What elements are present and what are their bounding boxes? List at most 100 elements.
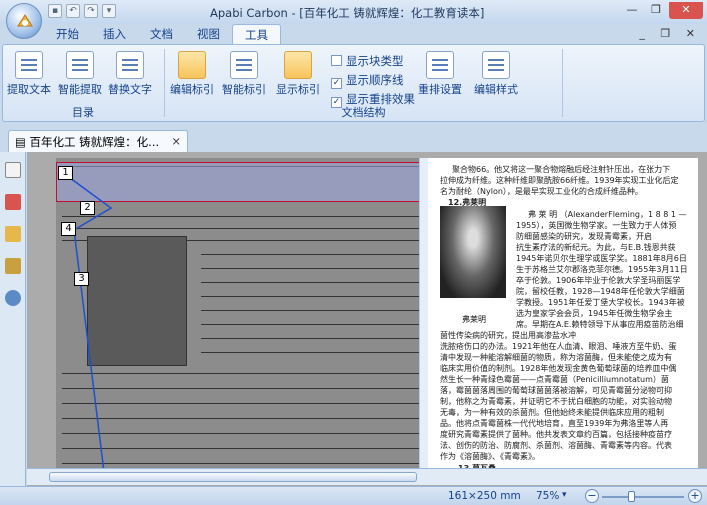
undo-icon[interactable]: ↶ bbox=[66, 4, 80, 18]
reflow-text: 度研究青霉素提供了菌种。他共发表文章约百篇，包括接种疫苗疗 bbox=[440, 430, 672, 439]
window-controls: — ❐ ✕ bbox=[621, 2, 703, 19]
close-tab-icon[interactable]: × bbox=[171, 134, 181, 148]
edit-style-icon bbox=[482, 51, 510, 79]
zoom-in-button[interactable]: + bbox=[688, 489, 702, 503]
replace-text-button[interactable]: 替换文字 bbox=[108, 51, 152, 97]
reflow-text: 然生长一种青绿色霉菌——点青霉菌（Penicilliumnotatum）菌 bbox=[440, 375, 669, 384]
scrollbar-thumb[interactable] bbox=[49, 472, 417, 482]
mdi-controls[interactable]: _ ❐ ✕ bbox=[639, 27, 701, 40]
reflow-text: 院，留校任教，1928—1948年任伦敦大学细菌 bbox=[516, 287, 685, 296]
layers-icon[interactable] bbox=[4, 258, 21, 274]
side-panel bbox=[0, 152, 26, 487]
ribbon-tabs: 开始 插入 文档 视图 工具 bbox=[44, 24, 281, 44]
app-logo-icon bbox=[17, 14, 33, 27]
reflow-text: 防细菌感染的研究，发现青霉素，开启 bbox=[516, 232, 652, 241]
replace-text-icon bbox=[116, 51, 144, 79]
block-marker-3[interactable]: 3 bbox=[74, 272, 89, 286]
block-marker-2[interactable]: 2 bbox=[80, 201, 95, 215]
bookmarks-icon[interactable] bbox=[4, 226, 21, 242]
ribbon: 提取文本 智能提取 替换文字 目录 编辑标引 智能标引 显示标引 显示块类型 ✓… bbox=[2, 44, 705, 122]
extract-text-icon bbox=[15, 51, 43, 79]
tab-tools[interactable]: 工具 bbox=[232, 24, 281, 44]
group-toc: 提取文本 智能提取 替换文字 目录 bbox=[3, 47, 163, 121]
order-line bbox=[65, 174, 113, 476]
pages-icon[interactable] bbox=[4, 162, 21, 178]
zoom-slider[interactable] bbox=[602, 491, 684, 502]
portrait-image bbox=[440, 206, 506, 298]
reflow-text: 1955），英国微生物学家。一生致力于人体预 bbox=[516, 221, 677, 230]
zoom-level[interactable]: 75% bbox=[536, 489, 559, 504]
reflow-text: 名为耐纶（Nylon），是最早实现工业化的合成纤维品种。 bbox=[440, 187, 643, 196]
reflow-text: 临床实用价值的制剂。1928年他发现金黄色葡萄球菌的培养皿中偶 bbox=[440, 364, 677, 373]
show-index-icon bbox=[284, 51, 312, 79]
reflow-text: 作为《溶菌酶》、《青霉素》。 bbox=[440, 452, 540, 461]
group-doc-structure: 编辑标引 智能标引 显示标引 显示块类型 ✓ 显示顺序线 ✓ 显示重排效果 重排设置… bbox=[166, 47, 561, 121]
attachments-icon[interactable] bbox=[4, 290, 21, 306]
qat-dropdown-icon[interactable]: ▾ bbox=[102, 4, 116, 18]
group-divider bbox=[164, 49, 165, 117]
checkbox-icon bbox=[331, 55, 342, 66]
page-size-readout: 161×250 mm bbox=[448, 490, 521, 502]
smart-extract-button[interactable]: 智能提取 bbox=[58, 51, 102, 97]
horizontal-scrollbar[interactable] bbox=[27, 468, 707, 485]
group-toc-label: 目录 bbox=[72, 106, 94, 119]
zoom-slider-knob[interactable] bbox=[628, 491, 635, 502]
reflow-settings-icon bbox=[426, 51, 454, 79]
reflow-text: 清中发现一种能溶解细菌的物质，称为溶菌酶，但未能使之成为有 bbox=[440, 353, 672, 362]
group-doc-structure-label: 文档结构 bbox=[341, 106, 386, 119]
reflow-preview-page: 聚合物66。他又将这一聚合物熔融后经注射针压出，在张力下 拉伸成为纤维。这种纤维… bbox=[428, 158, 698, 476]
reflow-text: 1945年诺贝尔生理学或医学奖。1881年8月6日 bbox=[516, 254, 687, 263]
redo-icon[interactable]: ↷ bbox=[84, 4, 98, 18]
minimize-icon[interactable]: — bbox=[621, 2, 643, 19]
edit-style-button[interactable]: 编辑样式 bbox=[474, 51, 518, 97]
reflow-text: 学教授。1951年任爱丁堡大学校长。1943年被 bbox=[516, 298, 685, 307]
document-icon: ▤ bbox=[15, 135, 26, 149]
tab-start[interactable]: 开始 bbox=[44, 24, 91, 44]
reflow-text: 菌性传染病的研究，提出用高渗盐水冲 bbox=[440, 331, 576, 340]
extract-text-button[interactable]: 提取文本 bbox=[7, 51, 51, 97]
reflow-text: 洗脓疮伤口的办法。1921年他在人血清、眼泪、唾液方至牛奶、蛋 bbox=[440, 342, 677, 351]
block-marker-1[interactable]: 1 bbox=[58, 166, 73, 180]
reflow-text: 席。早期在A.E.赖特领导下从事应用疫苗防治细 bbox=[516, 320, 684, 329]
tab-document[interactable]: 文档 bbox=[138, 24, 185, 44]
reflow-text: 法、创伤的防治、防腐剂、杀菌剂、溶菌酶、青霉素等内容。代表 bbox=[440, 441, 672, 450]
reflow-text: 制，他称之为青霉素，并证明它不于扰白细胞的功能，对实验动物 bbox=[440, 397, 672, 406]
save-icon[interactable]: ▪ bbox=[48, 4, 62, 18]
show-order-line-checkbox[interactable]: ✓ 显示顺序线 bbox=[331, 72, 404, 89]
tab-view[interactable]: 视图 bbox=[185, 24, 232, 44]
thumbnails-icon[interactable] bbox=[4, 194, 21, 210]
smart-extract-icon bbox=[66, 51, 94, 79]
close-window-icon[interactable]: ✕ bbox=[669, 2, 703, 19]
document-tab[interactable]: ▤ 百年化工 铸就辉煌：化... × bbox=[8, 130, 188, 152]
show-block-type-checkbox[interactable]: 显示块类型 bbox=[331, 53, 404, 69]
maximize-icon[interactable]: ❐ bbox=[645, 2, 667, 19]
quick-access-toolbar: ▪ ↶ ↷ ▾ bbox=[48, 4, 116, 18]
reflow-text: 落，霉菌菌落周围的葡萄球菌菌落被溶解，可见青霉菌分泌物可抑 bbox=[440, 386, 672, 395]
reflow-text: 聚合物66。他又将这一聚合物熔融后经注射针压出，在张力下 bbox=[452, 165, 671, 174]
reflow-text: 卒于伦敦。1906年毕业于伦敦大学圣玛丽医学 bbox=[516, 276, 681, 285]
reflow-text: 品。他将点青霉菌株一代代地培育，直至1939年为弗洛里等人再 bbox=[440, 419, 669, 428]
tab-insert[interactable]: 插入 bbox=[91, 24, 138, 44]
photo-caption: 弗莱明 bbox=[462, 315, 486, 324]
edit-index-icon bbox=[178, 51, 206, 79]
reflow-text: 生于苏格兰艾尔郡洛克菲尔德。1955年3月11日 bbox=[516, 265, 688, 274]
status-bar: 161×250 mm 75% ▾ − + bbox=[0, 486, 707, 505]
checkmark-icon: ✓ bbox=[331, 78, 342, 89]
reflow-text: 选为皇家学会会员，1945年任微生物学会主 bbox=[516, 309, 673, 318]
reflow-text: 拉伸成为纤维。这种纤维即聚酰胺66纤维。1939年实现工业化后定 bbox=[440, 176, 679, 185]
window-title: Apabi Carbon - [百年化工 铸就辉煌：化工教育读本] bbox=[210, 6, 485, 20]
app-menu-button[interactable] bbox=[6, 3, 42, 39]
smart-index-button[interactable]: 智能标引 bbox=[222, 51, 266, 97]
source-page[interactable]: 1 2 4 3 bbox=[56, 158, 453, 476]
block-marker-4[interactable]: 4 bbox=[61, 222, 76, 236]
smart-index-icon bbox=[230, 51, 258, 79]
show-index-button[interactable]: 显示标引 bbox=[276, 51, 320, 97]
group-divider bbox=[562, 49, 563, 117]
document-workarea: 1 2 4 3 聚合物66。他又将这一聚合物熔融后经注射针压出，在张力下 拉伸成… bbox=[27, 152, 707, 487]
reflow-text: 弗 莱 明 （AlexanderFleming，1 8 8 1 — bbox=[528, 210, 687, 219]
title-bar: ▪ ↶ ↷ ▾ Apabi Carbon - [百年化工 铸就辉煌：化工教育读本… bbox=[0, 0, 707, 39]
zoom-dropdown-icon[interactable]: ▾ bbox=[562, 490, 567, 500]
edit-index-button[interactable]: 编辑标引 bbox=[170, 51, 214, 97]
reflow-settings-button[interactable]: 重排设置 bbox=[418, 51, 462, 97]
zoom-out-button[interactable]: − bbox=[585, 489, 599, 503]
